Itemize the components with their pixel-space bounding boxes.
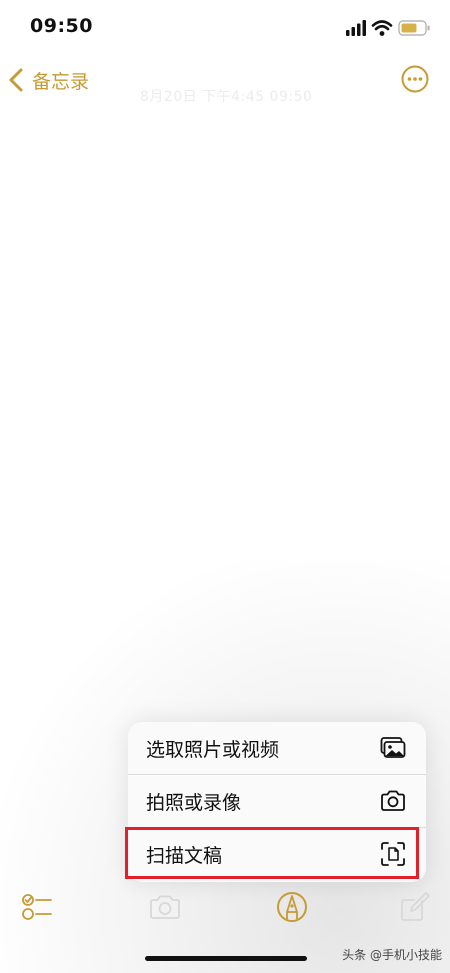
notes-screen: 09:50 备忘录 8月20日 下午4:45 09:50 选取照片或视频 拍照或… (0, 0, 450, 973)
back-button-label: 备忘录 (32, 70, 90, 93)
photo-library-icon (380, 737, 406, 758)
markup-pen-icon[interactable] (275, 890, 309, 924)
menu-item-scan-documents[interactable]: 扫描文稿 (128, 828, 426, 880)
menu-item-take-photo-video[interactable]: 拍照或录像 (128, 775, 426, 827)
more-options-icon[interactable] (400, 64, 430, 94)
back-button[interactable]: 备忘录 (6, 62, 89, 98)
status-bar: 09:50 (0, 0, 450, 56)
cellular-signal-icon (346, 20, 366, 36)
chevron-left-icon (9, 68, 23, 92)
camera-icon[interactable] (148, 890, 182, 924)
home-indicator[interactable] (145, 956, 307, 961)
menu-item-label: 选取照片或视频 (146, 739, 280, 761)
navigation-bar: 备忘录 8月20日 下午4:45 09:50 (0, 56, 450, 105)
battery-icon (398, 20, 430, 36)
menu-item-choose-photo-video[interactable]: 选取照片或视频 (128, 722, 426, 774)
menu-item-label: 扫描文稿 (146, 845, 223, 867)
wifi-icon (371, 20, 393, 36)
compose-icon[interactable] (398, 890, 432, 924)
status-icons (346, 20, 430, 36)
menu-item-label: 拍照或录像 (146, 792, 242, 814)
watermark-text: 头条 @手机小技能 (342, 948, 442, 962)
attachment-menu: 选取照片或视频 拍照或录像 扫描文稿 (128, 722, 426, 882)
note-date-title: 8月20日 下午4:45 09:50 (140, 89, 313, 105)
scan-document-icon (381, 842, 405, 866)
status-time: 09:50 (30, 15, 93, 37)
camera-icon (381, 790, 405, 811)
checklist-icon[interactable] (20, 890, 54, 924)
bottom-toolbar (0, 884, 450, 930)
